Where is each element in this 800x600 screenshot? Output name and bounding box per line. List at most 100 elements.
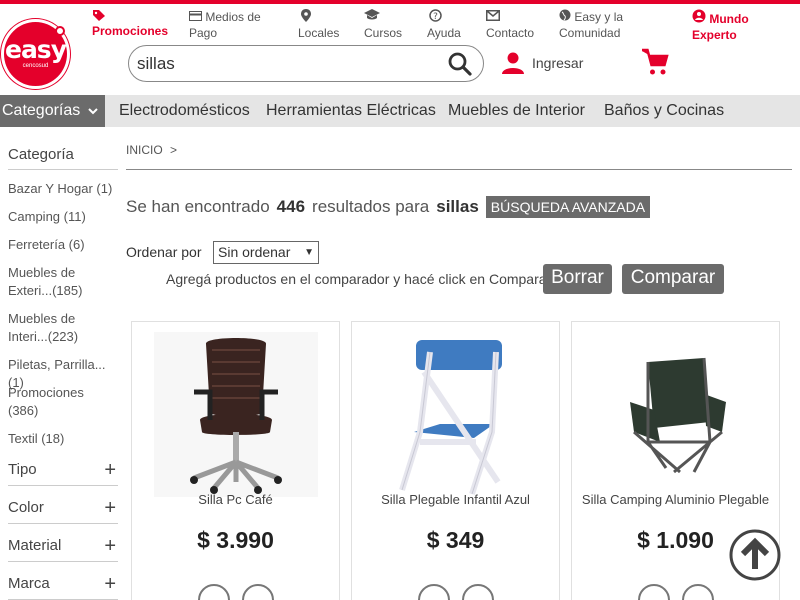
plus-icon: + [104,535,116,557]
clear-button[interactable]: Borrar [543,264,612,294]
truck-icon [638,584,670,600]
cart-icon[interactable] [640,47,670,77]
filter-section-label: Marca [8,575,50,592]
product-name[interactable]: Silla Pc Café [132,492,339,507]
nav-ayuda-label: Ayuda [427,26,461,40]
store-pickup-icon [242,584,274,600]
sort-select-value: Sin ordenar [218,244,291,260]
category-link-muebles-interior[interactable]: Muebles de Interior [448,95,585,127]
nav-mundo-experto[interactable]: Mundo Experto [692,9,772,43]
sidebar-category-title: Categoría [8,146,74,163]
user-icon [502,52,524,74]
sidebar-item-muebles-interior[interactable]: Muebles de Interi...(223) [8,310,88,346]
filter-section-tipo[interactable]: Tipo + [8,456,118,484]
compare-instructions: Agregá productos en el comparador y hacé… [166,271,552,287]
category-link-banos-cocinas[interactable]: Baños y Cocinas [604,95,724,127]
logo-subtext: cencosud [22,63,49,69]
tag-icon [92,9,182,23]
logo-dot [55,26,65,36]
nav-locales[interactable]: Locales [298,9,348,41]
logo-text: easy [4,35,67,64]
sidebar-item-promociones[interactable]: Promociones (386) [8,384,98,420]
sidebar-item-muebles-exterior[interactable]: Muebles de Exteri...(185) [8,264,88,300]
sidebar-divider [8,169,118,170]
filter-section-color[interactable]: Color + [8,494,118,522]
product-image-office-chair[interactable] [154,332,318,497]
category-bar: Categorías Electrodomésticos Herramienta… [0,95,800,127]
plus-icon: + [104,459,116,481]
card-icon [189,10,202,24]
login-label: Ingresar [532,55,584,71]
results-prefix: Se han encontrado [126,197,270,216]
search-box[interactable] [128,45,484,82]
help-icon: ? [427,9,477,25]
sidebar-item-textil[interactable]: Textil (18) [8,430,120,448]
nav-promociones-label: Promociones [92,24,169,38]
location-pin-icon [298,9,348,25]
sidebar-divider [8,561,118,562]
compare-button[interactable]: Comparar [622,264,724,294]
categories-dropdown-button[interactable]: Categorías [0,95,105,127]
store-pickup-icon [682,584,714,600]
results-query: sillas [436,197,479,216]
sidebar-item-ferreteria[interactable]: Ferretería (6) [8,236,120,254]
search-input[interactable] [137,52,437,76]
nav-cursos-label: Cursos [364,26,403,40]
top-accent-line [0,0,800,4]
search-icon[interactable] [447,51,473,77]
breadcrumb-separator: > [170,143,178,157]
store-pickup-icon [462,584,494,600]
sort-select[interactable]: Sin ordenar ▼ [213,241,319,264]
product-price: $ 3.990 [197,527,274,553]
plus-icon: + [104,497,116,519]
nav-promociones[interactable]: Promociones [92,9,182,39]
category-link-electrodomesticos[interactable]: Electrodomésticos [119,95,250,127]
login-link[interactable]: Ingresar [500,49,583,77]
truck-icon [418,584,450,600]
filter-section-label: Tipo [8,461,37,478]
truck-icon [198,584,230,600]
breadcrumb-divider [126,169,792,170]
nav-locales-label: Locales [298,26,340,40]
nav-contacto-label: Contacto [486,26,535,40]
advanced-search-button[interactable]: BÚSQUEDA AVANZADA [485,196,651,218]
svg-text:?: ? [433,12,438,22]
mail-icon [486,9,546,25]
plus-icon: + [104,573,116,595]
categories-button-label: Categorías [2,102,81,119]
sidebar-item-camping[interactable]: Camping (11) [8,208,120,226]
sidebar-item-bazar[interactable]: Bazar Y Hogar (1) [8,180,120,198]
results-count: 446 [276,197,306,216]
product-name[interactable]: Silla Plegable Infantil Azul [352,492,559,507]
sidebar-divider [8,523,118,524]
results-mid: resultados para [312,197,430,216]
globe-icon [559,9,571,24]
breadcrumb: INICIO > [126,143,177,157]
product-image-camping-chair[interactable] [594,332,758,497]
results-summary: Se han encontrado 446 resultados para si… [126,195,651,219]
nav-cursos[interactable]: Cursos [364,9,414,41]
filter-section-material[interactable]: Material + [8,532,118,560]
nav-medios-de-pago[interactable]: Medios de Pago [189,9,269,41]
easy-logo[interactable]: easy cencosud [1,19,70,89]
breadcrumb-inicio[interactable]: INICIO [126,143,163,157]
filter-section-label: Color [8,499,44,516]
sort-label: Ordenar por [126,244,202,260]
sidebar-divider [8,485,118,486]
nav-easy-comunidad[interactable]: Easy y la Comunidad [559,9,639,41]
category-link-herramientas[interactable]: Herramientas Eléctricas [266,95,436,127]
filter-section-marca[interactable]: Marca + [8,570,118,598]
filter-section-label: Material [8,537,62,554]
product-image-folding-chair[interactable] [374,332,538,497]
product-price: $ 349 [426,527,485,553]
graduation-cap-icon [364,9,414,25]
scroll-to-top-icon[interactable] [729,529,781,581]
expert-icon [692,9,706,26]
product-name[interactable]: Silla Camping Aluminio Plegable [572,492,779,507]
product-card[interactable]: Silla Plegable Infantil Azul $ 349 [351,321,560,600]
nav-contacto[interactable]: Contacto [486,9,546,41]
chevron-down-icon [88,108,98,115]
product-card[interactable]: Silla Pc Café $ 3.990 [131,321,340,600]
dropdown-arrow-icon: ▼ [304,247,314,258]
nav-ayuda[interactable]: ? Ayuda [427,9,477,41]
